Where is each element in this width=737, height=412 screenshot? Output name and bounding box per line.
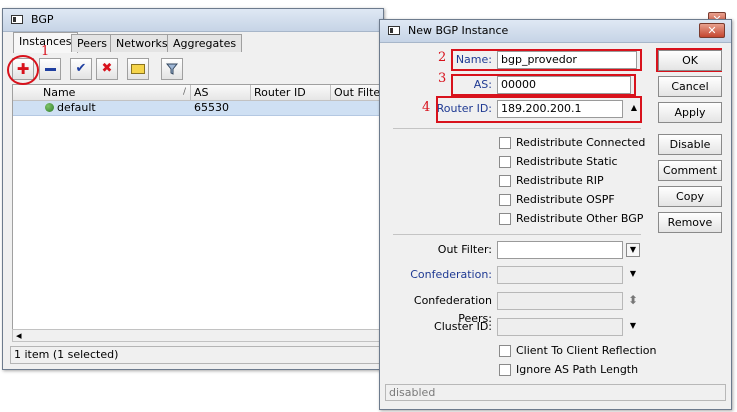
dialog-title: New BGP Instance: [408, 24, 509, 37]
dialog-close-button[interactable]: ✕: [699, 23, 725, 38]
redistribute-static-label: Redistribute Static: [516, 155, 618, 168]
dialog-divider-top: [393, 128, 641, 129]
confederation-label: Confederation:: [410, 268, 492, 281]
dialog-divider-middle: [393, 234, 641, 235]
instances-list[interactable]: Name / AS Router ID Out Filter default 6…: [12, 84, 387, 342]
dialog-titlebar[interactable]: New BGP Instance ✕: [380, 20, 731, 43]
out-filter-label: Out Filter:: [437, 243, 492, 256]
annotation-box-name: [451, 49, 642, 71]
cancel-button[interactable]: Cancel: [658, 76, 722, 97]
cluster-id-dropdown-icon[interactable]: ▼: [626, 320, 640, 334]
disable-button[interactable]: ✖: [96, 58, 118, 80]
bgp-titlebar[interactable]: BGP: [3, 9, 383, 32]
out-filter-dropdown-icon[interactable]: ▼: [626, 243, 640, 257]
ignore-as-path-length-label: Ignore AS Path Length: [516, 363, 639, 376]
enable-button[interactable]: ✔: [70, 58, 92, 80]
dialog-status-bar: disabled: [385, 384, 726, 401]
column-header-router-id[interactable]: Router ID: [251, 85, 331, 101]
horizontal-scrollbar[interactable]: ◂: [12, 329, 387, 342]
annotation-label-2: 2: [438, 50, 447, 65]
confederation-field[interactable]: [497, 266, 623, 284]
comment-button-dialog[interactable]: Comment: [658, 160, 722, 181]
redistribute-other-bgp-checkbox[interactable]: [499, 213, 511, 225]
disable-icon: ✖: [101, 61, 113, 76]
table-row[interactable]: default 65530: [13, 101, 386, 116]
redistribute-static-checkbox[interactable]: [499, 156, 511, 168]
apply-button[interactable]: Apply: [658, 102, 722, 123]
bgp-status-bar: 1 item (1 selected): [10, 346, 387, 364]
scroll-left-icon[interactable]: ◂: [16, 329, 22, 342]
copy-button[interactable]: Copy: [658, 186, 722, 207]
annotation-circle-add: [7, 55, 39, 85]
redistribute-rip-checkbox[interactable]: [499, 175, 511, 187]
annotation-label-3: 3: [438, 71, 447, 86]
client-to-client-reflection-label: Client To Client Reflection: [516, 344, 657, 357]
cluster-id-field[interactable]: [497, 318, 623, 336]
window-icon: [11, 15, 23, 24]
cluster-id-label: Cluster ID:: [434, 320, 492, 333]
row-as: 65530: [194, 101, 229, 114]
remove-button-dialog[interactable]: Remove: [658, 212, 722, 233]
ignore-as-path-length-checkbox[interactable]: [499, 364, 511, 376]
confederation-peers-updown-icon[interactable]: ⬍: [626, 294, 640, 308]
remove-button[interactable]: [39, 58, 61, 80]
comment-icon: [131, 64, 145, 74]
confederation-dropdown-icon[interactable]: ▼: [626, 268, 640, 282]
tab-aggregates[interactable]: Aggregates: [167, 34, 243, 52]
redistribute-ospf-checkbox[interactable]: [499, 194, 511, 206]
annotation-box-router-id: [436, 96, 642, 123]
tab-peers[interactable]: Peers: [71, 34, 114, 52]
redistribute-connected-label: Redistribute Connected: [516, 136, 646, 149]
tab-networks[interactable]: Networks: [110, 34, 174, 52]
client-to-client-reflection-checkbox[interactable]: [499, 345, 511, 357]
enable-icon: ✔: [75, 61, 87, 76]
out-filter-field[interactable]: [497, 241, 623, 259]
filter-button[interactable]: [161, 58, 183, 80]
bgp-instance-icon: [45, 103, 54, 112]
remove-icon: [44, 67, 56, 71]
redistribute-connected-checkbox[interactable]: [499, 137, 511, 149]
row-name: default: [57, 101, 96, 114]
annotation-label-1: 1: [41, 44, 50, 59]
sort-icon: /: [182, 87, 186, 97]
annotation-label-4: 4: [422, 100, 431, 115]
ok-button[interactable]: OK: [658, 50, 722, 71]
bgp-window-title: BGP: [31, 13, 54, 26]
column-header-name[interactable]: Name /: [13, 85, 191, 101]
confederation-peers-field[interactable]: [497, 292, 623, 310]
redistribute-ospf-label: Redistribute OSPF: [516, 193, 615, 206]
filter-icon: [165, 63, 179, 75]
dialog-window-icon: [388, 26, 400, 35]
redistribute-other-bgp-label: Redistribute Other BGP: [516, 212, 644, 225]
disable-button-dialog[interactable]: Disable: [658, 134, 722, 155]
redistribute-rip-label: Redistribute RIP: [516, 174, 604, 187]
column-header-as[interactable]: AS: [191, 85, 251, 101]
comment-button[interactable]: [127, 58, 149, 80]
annotation-box-as: [451, 74, 636, 96]
